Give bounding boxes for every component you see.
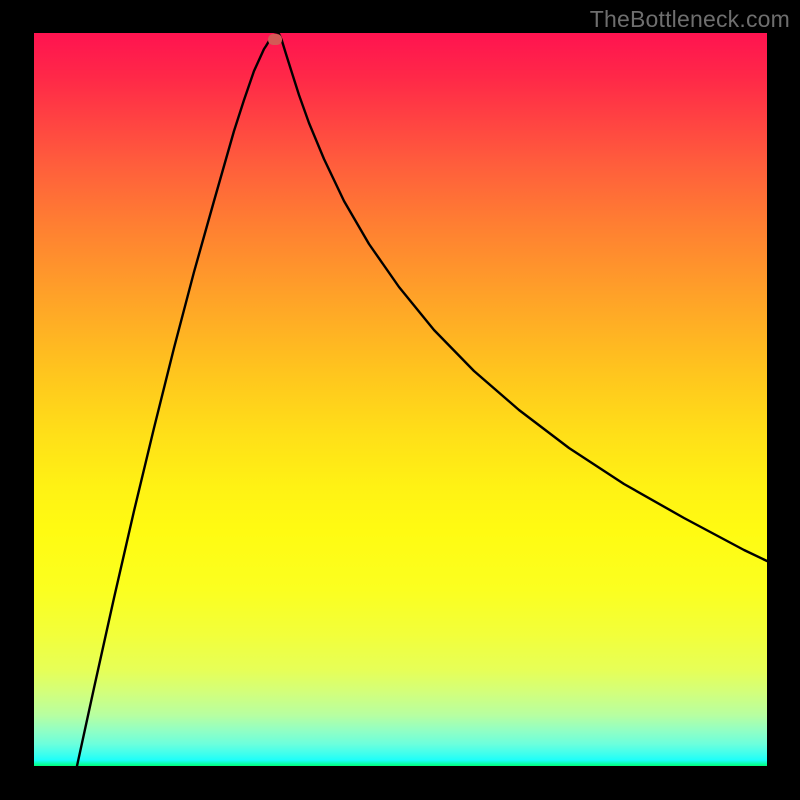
- optimum-marker: [268, 34, 282, 45]
- bottleneck-curve: [34, 33, 767, 766]
- watermark-text: TheBottleneck.com: [590, 6, 790, 33]
- plot-area: [34, 33, 767, 766]
